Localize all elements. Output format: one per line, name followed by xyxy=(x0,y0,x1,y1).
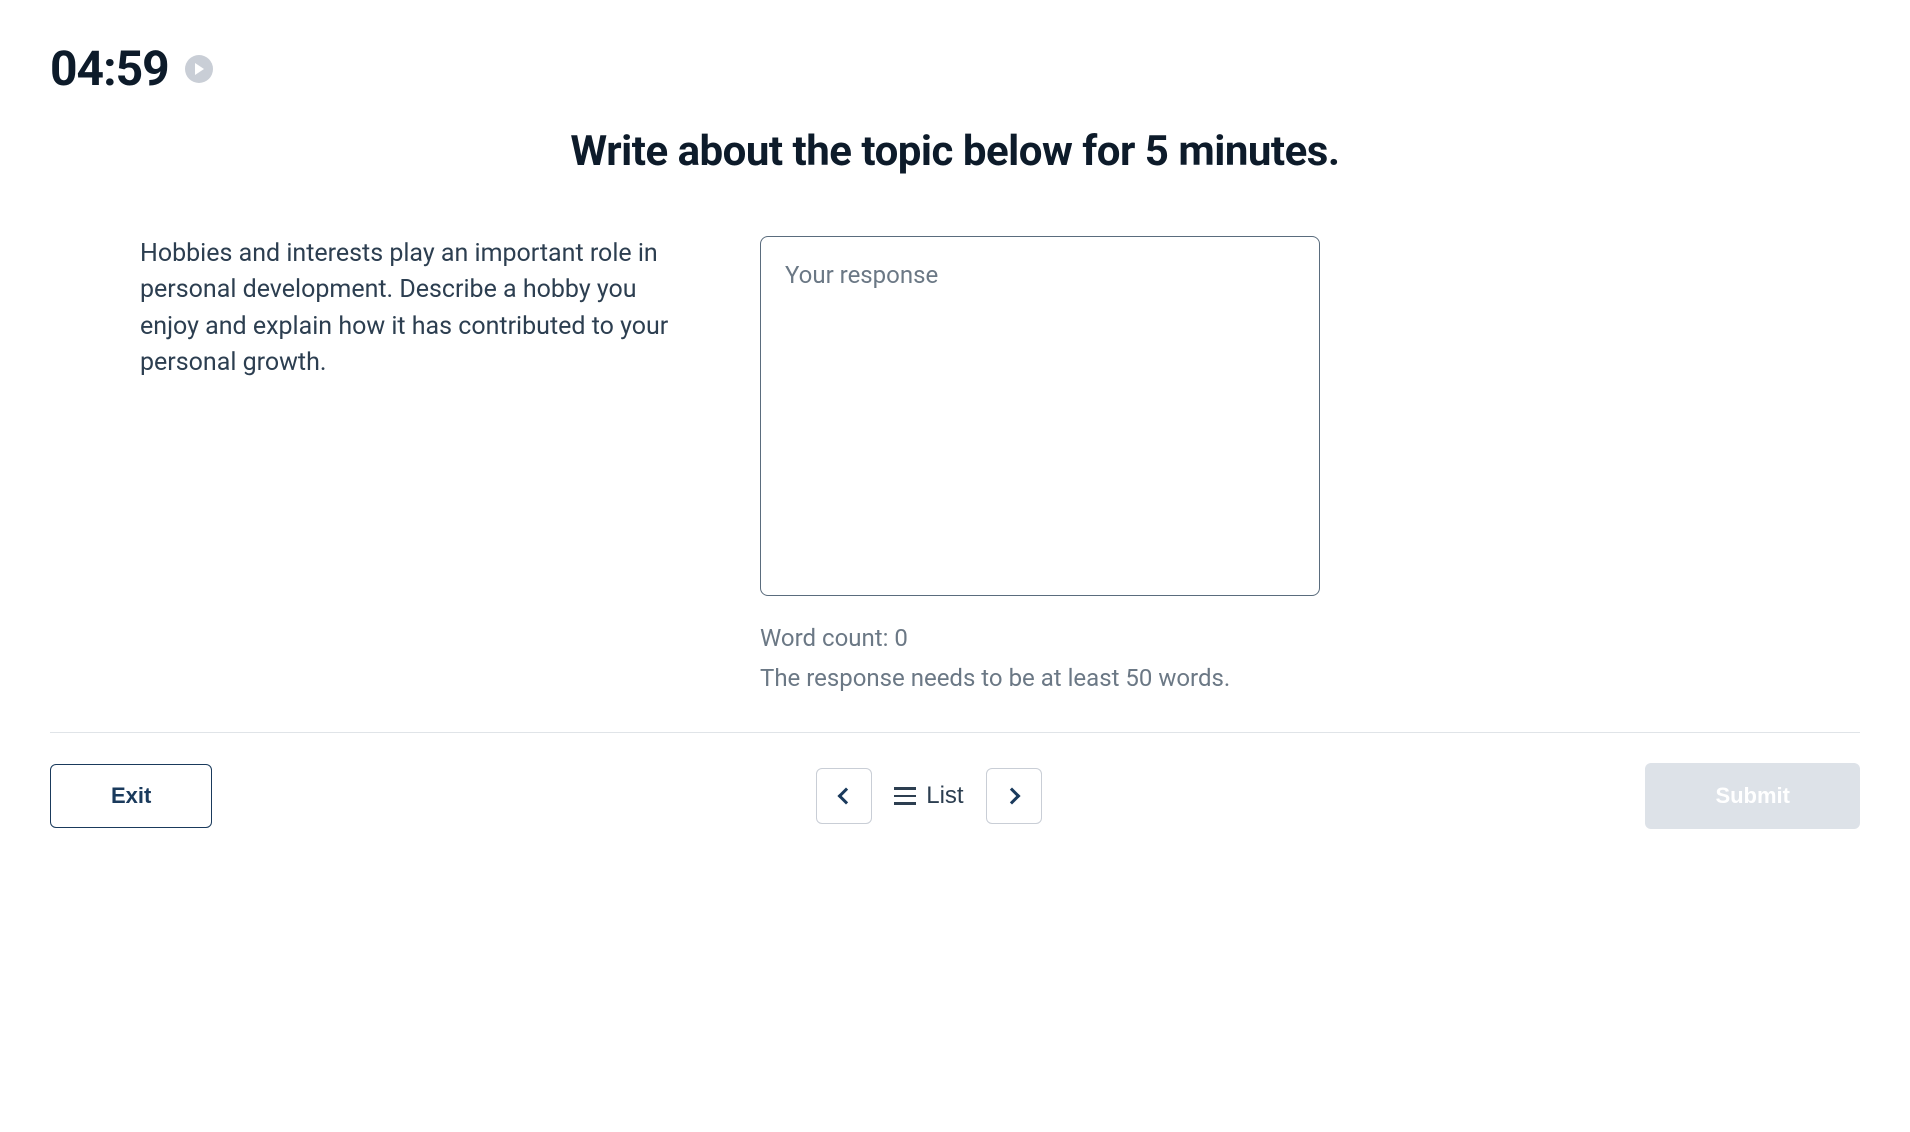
timer-header: 04:59 xyxy=(0,0,1910,97)
submit-button[interactable]: Submit xyxy=(1645,763,1860,829)
word-count: Word count: 0 xyxy=(760,624,1320,652)
exit-button[interactable]: Exit xyxy=(50,764,212,828)
content-area: Hobbies and interests play an important … xyxy=(0,176,1910,692)
list-label: List xyxy=(926,782,963,810)
footer-nav: Exit List Submit xyxy=(0,733,1910,859)
chevron-right-icon xyxy=(1003,788,1020,805)
list-button[interactable]: List xyxy=(890,774,967,818)
response-textarea[interactable] xyxy=(760,236,1320,596)
response-column: Word count: 0 The response needs to be a… xyxy=(760,236,1320,692)
play-icon[interactable] xyxy=(185,55,213,83)
play-triangle xyxy=(195,63,204,75)
prev-button[interactable] xyxy=(816,768,872,824)
hamburger-icon xyxy=(894,787,916,805)
center-nav: List xyxy=(816,768,1041,824)
chevron-left-icon xyxy=(838,788,855,805)
min-words-hint: The response needs to be at least 50 wor… xyxy=(760,664,1320,692)
prompt-text: Hobbies and interests play an important … xyxy=(140,236,700,381)
timer-display: 04:59 xyxy=(50,40,169,97)
instruction-heading: Write about the topic below for 5 minute… xyxy=(0,127,1910,176)
prompt-column: Hobbies and interests play an important … xyxy=(140,236,700,692)
next-button[interactable] xyxy=(986,768,1042,824)
